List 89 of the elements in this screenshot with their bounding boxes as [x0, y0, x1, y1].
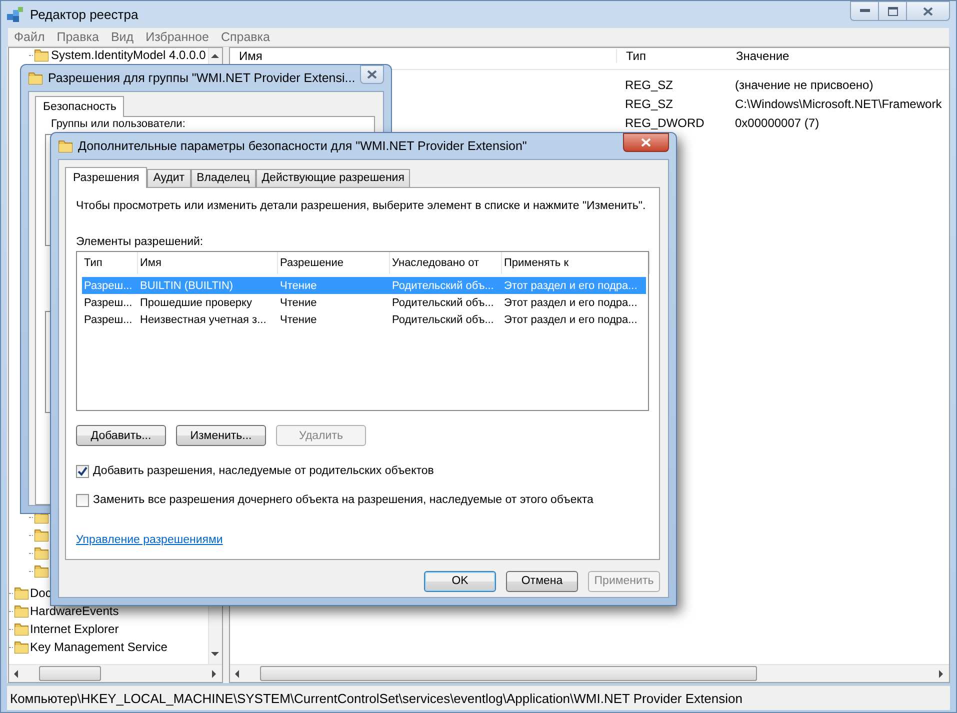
table-cell-text: C:\Windows\Microsoft.NET\Framework: [734, 96, 942, 110]
close-icon: [367, 70, 378, 79]
table-cell-text: Родительский объ...: [391, 296, 495, 308]
table-cell-text: Неизвестная учетная з...: [139, 314, 268, 326]
list-label: Элементы разрешений:: [76, 236, 204, 250]
close-button[interactable]: [360, 65, 384, 84]
table-cell-text: Чтение: [279, 314, 318, 326]
maximize-icon: [888, 6, 898, 16]
maximize-button[interactable]: [878, 1, 906, 21]
table-cell-text: Разреш...: [83, 314, 134, 326]
menu-item[interactable]: Файл: [8, 30, 51, 44]
table-cell-text: Этот раздел и его подра...: [503, 296, 638, 308]
folder-icon: [34, 528, 49, 542]
folder-icon: [28, 71, 43, 85]
button[interactable]: Добавить...: [76, 425, 166, 446]
table-cell-text: BUILTIN (BUILTIN): [139, 280, 234, 292]
table-cell-text: Родительский объ...: [391, 314, 495, 326]
folder-icon: [58, 139, 73, 153]
close-icon: [923, 6, 933, 16]
registry-icon: [6, 6, 24, 24]
dialog-title: Разрешения для группы "WMI.NET Provider Extensi...: [48, 71, 356, 85]
close-button[interactable]: [906, 1, 950, 21]
checkbox-label: Добавить разрешения, наследуемые от родительских объектов: [93, 465, 434, 477]
manage-permissions-link[interactable]: Управление разрешениями: [76, 534, 223, 546]
table-cell-text: Этот раздел и его подра...: [503, 314, 638, 326]
table-cell-text: Родительский объ...: [391, 280, 495, 292]
scrollbar-thumb[interactable]: [39, 666, 101, 681]
status-bar: Компьютер\HKEY_LOCAL_MACHINE\SYSTEM\CurrentControlSet\services\eventlog\Application\WMI.NET Provider Extension: [7, 685, 950, 710]
table-cell-text: Разреш...: [83, 280, 134, 292]
scroll-right-arrow[interactable]: [936, 668, 946, 678]
minimize-button[interactable]: [850, 1, 878, 21]
folder-icon: [14, 586, 29, 600]
tree-item[interactable]: Internet Explorer: [29, 622, 119, 636]
instruction-text: Чтобы просмотреть или изменить детали разрешения, выберите элемент в списке и нажмите "Изменить".: [76, 200, 647, 214]
column-header[interactable]: Имя: [230, 49, 616, 63]
table-cell-text: (значение не присвоено): [734, 78, 874, 92]
folder-icon: [34, 48, 49, 62]
window-title: Редактор реестра: [30, 7, 138, 22]
tree-item[interactable]: Doc: [29, 586, 52, 600]
horizontal-scrollbar[interactable]: [9, 664, 222, 682]
folder-icon: [14, 640, 29, 654]
list-row[interactable]: Разреш... Неизвестная учетная з... Чтение Родительский объ... Этот раздел и его подра...: [82, 311, 646, 328]
tree-item[interactable]: HardwareEvents: [29, 604, 119, 618]
column-header[interactable]: Тип: [82, 252, 138, 274]
horizontal-scrollbar[interactable]: [230, 664, 949, 682]
checkbox[interactable]: [76, 494, 89, 506]
table-cell-text: REG_SZ: [624, 78, 674, 92]
table-cell-text: Чтение: [279, 280, 318, 292]
column-header[interactable]: Тип: [616, 49, 727, 63]
close-button[interactable]: [623, 133, 669, 152]
table-cell-text: Прошедшие проверку: [139, 296, 253, 308]
close-icon: [641, 138, 651, 147]
checkbox-label: Заменить все разрешения дочернего объекта на разрешения, наследуемые от этого объекта: [93, 494, 594, 506]
menu-item[interactable]: Избранное: [140, 30, 215, 44]
folder-icon: [14, 622, 29, 636]
column-header[interactable]: Значение: [727, 49, 790, 63]
tab[interactable]: Разрешения: [65, 167, 148, 188]
button[interactable]: OK: [424, 570, 496, 592]
table-cell-text: Разреш...: [83, 296, 134, 308]
menu-item[interactable]: Справка: [214, 30, 276, 44]
tab[interactable]: Безопасность: [35, 96, 124, 117]
minimize-icon: [860, 9, 870, 13]
tab[interactable]: Аудит: [147, 169, 191, 187]
table-cell-text: Этот раздел и его подра...: [503, 280, 638, 292]
button[interactable]: Отмена: [506, 570, 578, 592]
folder-icon: [34, 546, 49, 560]
table-cell-text: Чтение: [279, 296, 318, 308]
groups-label: Группы или пользователи:: [50, 118, 186, 130]
list-row[interactable]: Разреш... Прошедшие проверку Чтение Родительский объ... Этот раздел и его подра...: [82, 294, 646, 311]
menu-item[interactable]: Правка: [50, 30, 105, 44]
scrollbar-thumb[interactable]: [260, 666, 757, 681]
scroll-right-arrow[interactable]: [209, 668, 219, 678]
tree-item[interactable]: System.IdentityModel 4.0.0.0: [49, 48, 208, 62]
menu-item[interactable]: Вид: [104, 30, 140, 44]
tab[interactable]: Владелец: [190, 169, 256, 187]
tree-item[interactable]: Key Management Service: [29, 640, 168, 654]
folder-icon: [14, 604, 29, 618]
tab[interactable]: Действующие разрешения: [256, 169, 410, 187]
table-cell-text: 0x00000007 (7): [734, 116, 820, 130]
table-cell-text: REG_SZ: [624, 96, 674, 110]
dialog-title: Дополнительные параметры безопасности для "WMI.NET Provider Extension": [78, 139, 527, 153]
column-header[interactable]: Унаследовано от: [390, 252, 502, 274]
table-cell-text: REG_DWORD: [624, 116, 706, 130]
column-header[interactable]: Разрешение: [278, 252, 390, 274]
folder-icon: [34, 564, 49, 578]
checkbox[interactable]: [76, 464, 89, 478]
column-header[interactable]: Имя: [138, 252, 278, 274]
button[interactable]: Изменить...: [176, 425, 266, 446]
column-header[interactable]: Применять к: [502, 252, 650, 274]
